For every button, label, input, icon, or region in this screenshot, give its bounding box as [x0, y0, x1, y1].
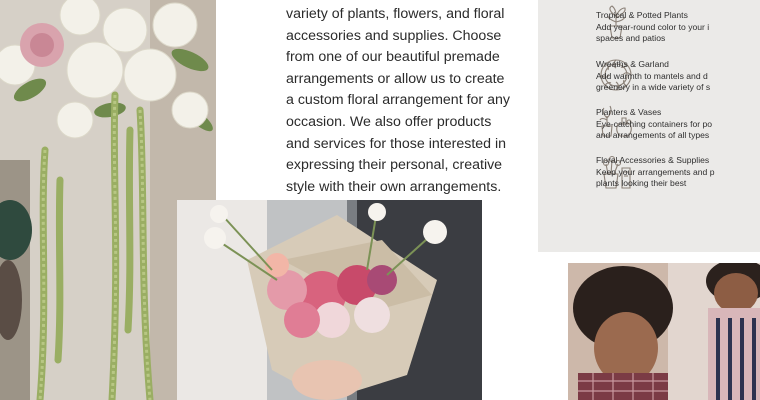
category-tropical-potted-plants[interactable]: Tropical & Potted Plants Add year-round …: [596, 10, 760, 45]
category-desc: greenery in a wide variety of s: [596, 82, 711, 93]
category-title: Tropical & Potted Plants: [596, 10, 688, 20]
intro-line: variety of plants, flowers, and floral: [286, 6, 505, 22]
bouquet-photo: [177, 200, 482, 400]
intro-line: style with their own arrangements.: [286, 178, 502, 195]
intro-line: from one of our beautiful premade: [286, 49, 500, 66]
intro-paragraph: variety of plants, flowers, and floral a…: [286, 4, 510, 198]
category-title: Wreaths & Garland: [596, 59, 669, 69]
intro-line: a custom floral arrangement for any: [286, 92, 510, 109]
category-floral-accessories-supplies[interactable]: Floral Accessories & Supplies Keep your …: [596, 155, 760, 190]
category-desc: plants looking their best: [596, 178, 687, 189]
intro-line: accessories and supplies. Choose: [286, 27, 502, 44]
product-categories-panel: Tropical & Potted Plants Add year-round …: [538, 0, 760, 252]
intro-line: arrangements or allow us to create: [286, 70, 505, 87]
category-desc: Keep your arrangements and p: [596, 166, 715, 177]
category-planters-vases[interactable]: Planters & Vases Eye-catching containers…: [596, 107, 760, 142]
category-desc: and arrangements of all types: [596, 130, 710, 141]
intro-line: and services for those interested in: [286, 135, 507, 152]
intro-line: occasion. We also offer products: [286, 113, 492, 130]
bouquet-illustration: [177, 200, 482, 400]
category-desc: Eye-catching containers for po: [596, 118, 713, 129]
category-desc: spaces and patios: [596, 33, 666, 44]
category-desc: Add year-round color to your i: [596, 21, 710, 32]
children-photo: [568, 263, 760, 400]
category-desc: Add warmth to mantels and d: [596, 70, 708, 81]
category-title: Floral Accessories & Supplies: [596, 155, 710, 165]
category-title: Planters & Vases: [596, 107, 662, 117]
category-wreaths-garland[interactable]: Wreaths & Garland Add warmth to mantels …: [596, 59, 760, 94]
intro-line: expressing their personal, creative: [286, 157, 503, 174]
children-illustration: [568, 263, 760, 400]
